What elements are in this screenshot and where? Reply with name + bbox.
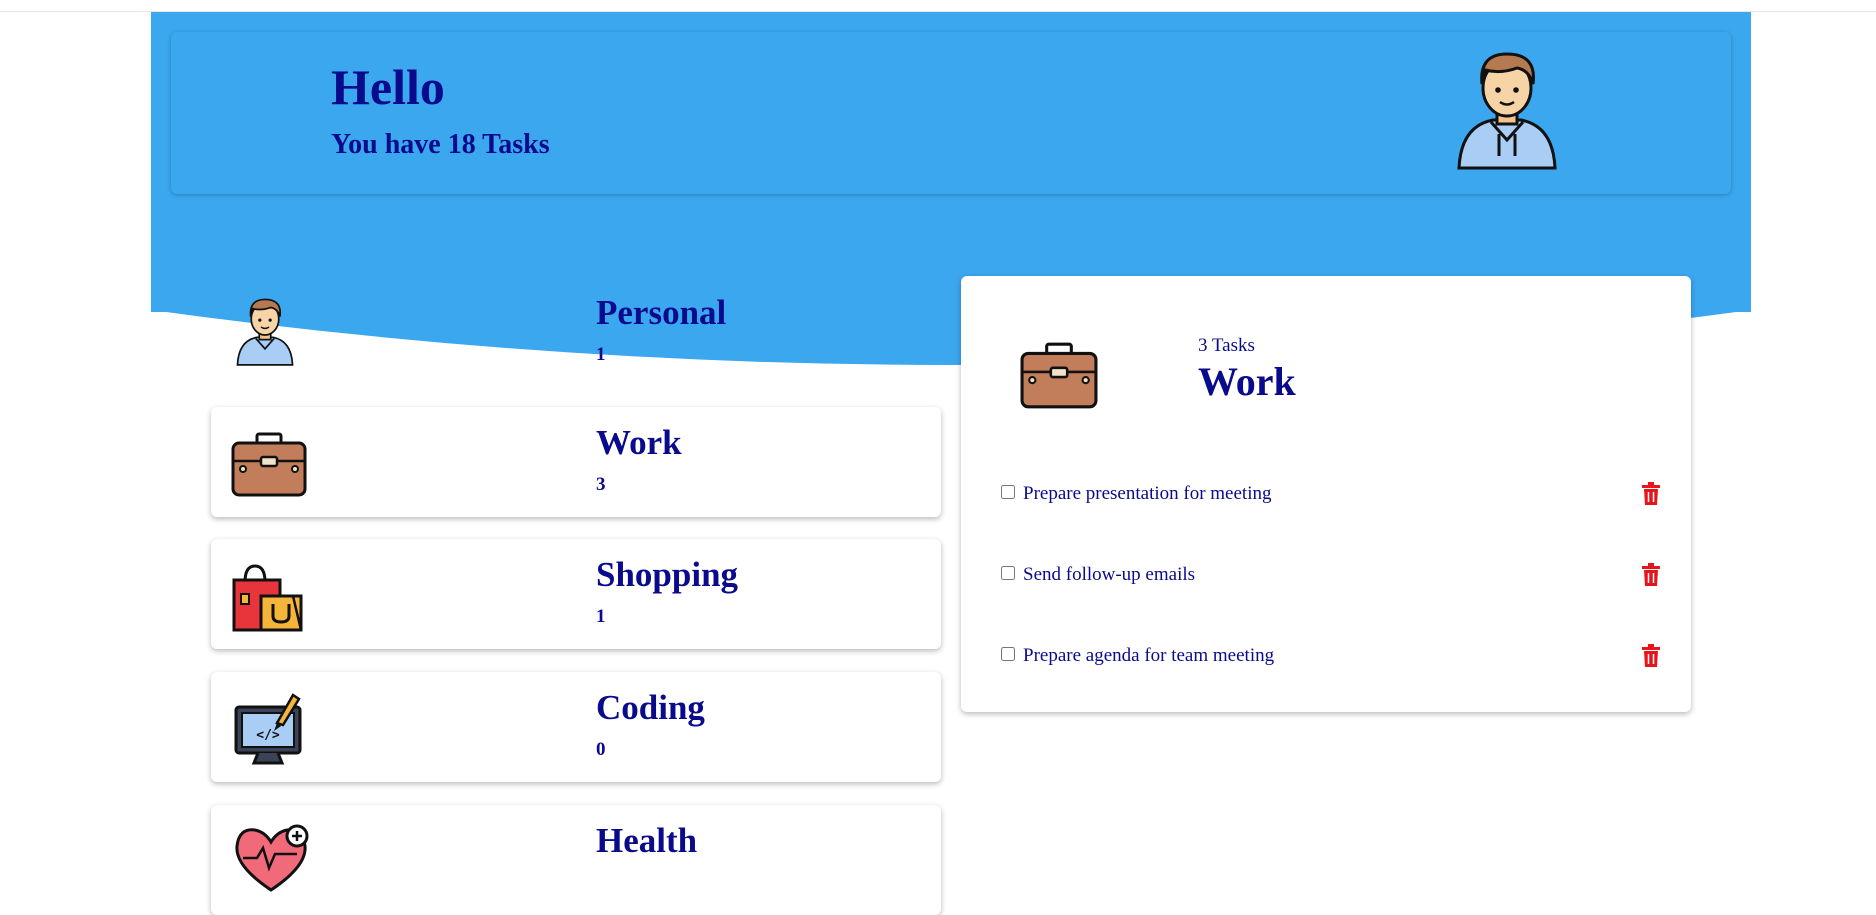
category-card-work[interactable]: Work 3 [211,407,941,517]
category-name: Health [596,821,698,860]
category-name: Shopping [596,555,739,594]
category-name: Coding [596,688,705,727]
task-checkbox[interactable] [1001,485,1015,499]
shopping-bags-icon [232,564,303,632]
category-card-shopping[interactable]: Shopping 1 [211,539,941,649]
task-item: Prepare presentation for meeting [1001,482,1661,512]
category-name: Personal [596,293,727,332]
detail-task-count: 3 Tasks [1198,335,1255,356]
category-count: 1 [596,344,606,365]
greeting-heading: Hello [331,59,445,115]
trash-icon[interactable] [1641,482,1661,506]
task-item: Send follow-up emails [1001,563,1661,593]
category-count: 3 [596,474,606,495]
trash-icon[interactable] [1641,644,1661,668]
user-avatar-icon[interactable] [1455,48,1559,170]
svg-text:</>: </> [256,728,280,743]
category-detail-panel: 3 Tasks Work Prepare presentation for me… [961,276,1691,712]
detail-title: Work [1198,359,1296,404]
task-item: Prepare agenda for team meeting [1001,644,1661,674]
monitor-code-icon: </> [234,693,302,765]
category-name: Work [596,423,682,462]
top-border [0,0,1876,12]
task-label: Prepare agenda for team meeting [1023,645,1275,666]
briefcase-icon [1020,342,1098,409]
heart-health-icon [235,824,309,892]
category-count: 0 [596,739,606,760]
task-label: Send follow-up emails [1023,564,1196,585]
category-count: 1 [596,606,606,627]
briefcase-icon [231,432,307,497]
task-checkbox[interactable] [1001,566,1015,580]
trash-icon[interactable] [1641,563,1661,587]
task-checkbox[interactable] [1001,647,1015,661]
person-avatar-icon [236,298,294,366]
category-card-health[interactable]: Health [211,805,941,915]
task-label: Prepare presentation for meeting [1023,483,1272,504]
category-card-personal[interactable]: Personal 1 [211,277,941,387]
category-card-coding[interactable]: </> Coding 0 [211,672,941,782]
task-summary: You have 18 Tasks [331,129,550,160]
